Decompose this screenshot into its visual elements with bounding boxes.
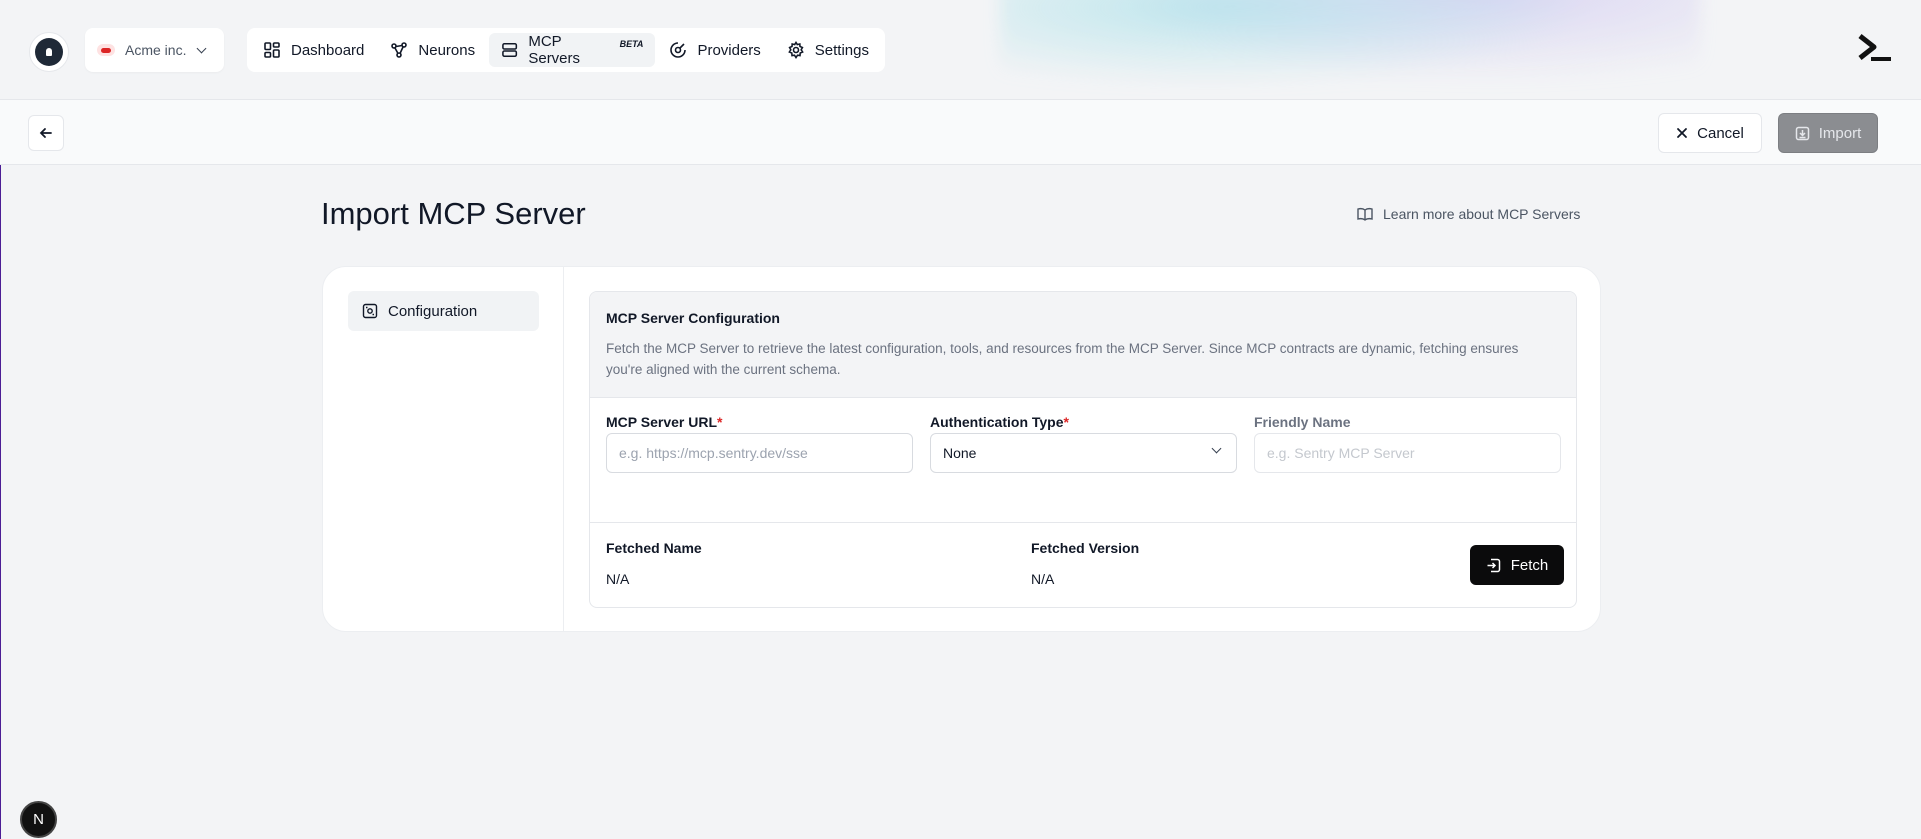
- friendly-name-label: Friendly Name: [1254, 414, 1351, 430]
- brand-logo-icon[interactable]: [1857, 33, 1893, 65]
- config-panel: MCP Server Configuration Fetch the MCP S…: [589, 291, 1577, 608]
- import-button[interactable]: Import: [1778, 113, 1878, 153]
- action-bar: Cancel Import: [0, 99, 1921, 165]
- cancel-label: Cancel: [1697, 124, 1744, 142]
- dashboard-icon: [264, 42, 280, 58]
- beta-badge: BETA: [619, 39, 644, 49]
- sidebar-item-configuration[interactable]: Configuration: [348, 291, 539, 331]
- nav-dashboard[interactable]: Dashboard: [251, 33, 376, 67]
- cancel-button[interactable]: Cancel: [1658, 113, 1762, 153]
- fetched-version: Fetched Version N/A: [1031, 540, 1139, 587]
- fetched-name: Fetched Name N/A: [606, 540, 702, 587]
- nav-neurons-label: Neurons: [418, 41, 476, 59]
- auth-type-value: None: [943, 445, 977, 461]
- config-fields: MCP Server URL* e.g. https://mcp.sentry.…: [606, 414, 1562, 474]
- org-name: Acme inc.: [125, 42, 187, 58]
- import-icon: [1795, 126, 1809, 140]
- friendly-name-field-group: Friendly Name e.g. Sentry MCP Server: [1254, 414, 1561, 473]
- config-title: MCP Server Configuration: [606, 310, 780, 326]
- nav-neurons[interactable]: Neurons: [378, 33, 487, 67]
- fetched-name-label: Fetched Name: [606, 540, 702, 556]
- fetched-version-value: N/A: [1031, 571, 1055, 587]
- org-avatar[interactable]: [29, 32, 69, 72]
- import-card: Configuration MCP Server Configuration F…: [322, 266, 1601, 632]
- nav-mcp-servers-label: MCP Servers: [528, 33, 581, 67]
- required-mark: *: [717, 414, 723, 430]
- required-mark: *: [1063, 414, 1069, 430]
- nav-dashboard-label: Dashboard: [291, 41, 365, 59]
- card-sidebar: Configuration: [323, 267, 564, 631]
- url-label: MCP Server URL*: [606, 414, 723, 430]
- providers-icon: [670, 42, 687, 58]
- chevron-down-icon: [1211, 443, 1222, 454]
- fetch-button[interactable]: Fetch: [1470, 545, 1564, 585]
- config-panel-header: MCP Server Configuration Fetch the MCP S…: [590, 292, 1576, 398]
- dev-tools-badge[interactable]: N: [20, 801, 57, 838]
- org-logo-icon: [97, 44, 115, 56]
- decorative-gradient: [1000, 0, 1700, 99]
- nav-providers-label: Providers: [697, 41, 761, 59]
- fetch-icon: [1487, 558, 1500, 572]
- top-navigation-bar: Acme inc. Dashboard Neurons MCP Servers …: [0, 0, 1921, 99]
- fetched-name-value: N/A: [606, 571, 630, 587]
- org-switcher[interactable]: Acme inc.: [85, 28, 224, 72]
- fetch-label: Fetch: [1510, 556, 1549, 574]
- main-nav: Dashboard Neurons MCP Servers BETA Provi…: [247, 28, 885, 72]
- auth-type-select[interactable]: None: [930, 433, 1237, 473]
- auth-label: Authentication Type*: [930, 414, 1069, 430]
- url-input[interactable]: e.g. https://mcp.sentry.dev/sse: [606, 433, 913, 473]
- close-icon: [1677, 128, 1688, 138]
- import-label: Import: [1818, 124, 1862, 142]
- fetched-version-label: Fetched Version: [1031, 540, 1140, 556]
- nav-settings[interactable]: Settings: [775, 33, 881, 67]
- book-icon: [1357, 208, 1373, 221]
- configuration-icon: [362, 303, 378, 319]
- nav-providers[interactable]: Providers: [657, 33, 772, 67]
- nav-mcp-servers[interactable]: MCP Servers BETA: [489, 33, 656, 67]
- sidebar-item-label: Configuration: [388, 302, 478, 320]
- chevron-down-icon: [197, 43, 207, 53]
- neurons-icon: [391, 42, 408, 58]
- page-title: Import MCP Server: [321, 196, 586, 231]
- config-description: Fetch the MCP Server to retrieve the lat…: [606, 341, 1519, 377]
- divider: [590, 522, 1576, 523]
- arrow-left-icon: [39, 128, 52, 138]
- friendly-name-input[interactable]: e.g. Sentry MCP Server: [1254, 433, 1561, 473]
- nav-settings-label: Settings: [814, 41, 869, 59]
- auth-field-group: Authentication Type* None: [930, 414, 1237, 473]
- server-icon: [502, 43, 518, 57]
- back-button[interactable]: [28, 115, 64, 151]
- url-field-group: MCP Server URL* e.g. https://mcp.sentry.…: [606, 414, 913, 473]
- learn-more-label: Learn more about MCP Servers: [1383, 206, 1581, 222]
- learn-more-link[interactable]: Learn more about MCP Servers: [1357, 206, 1580, 222]
- gear-icon: [788, 41, 804, 59]
